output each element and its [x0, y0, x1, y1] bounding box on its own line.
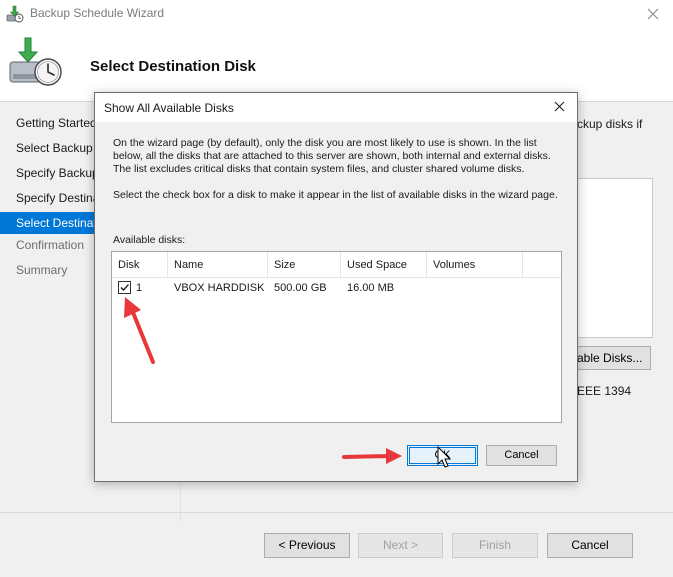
cell-volumes [427, 278, 433, 298]
cell-disk-size: 500.00 GB [274, 282, 327, 294]
column-header-size[interactable]: Size [268, 252, 341, 278]
wizard-footer-divider [0, 512, 673, 513]
cell-disk-name: VBOX HARDDISK [174, 282, 265, 294]
wizard-header: Select Destination Disk [0, 28, 673, 100]
wizard-titlebar: Backup Schedule Wizard [0, 0, 673, 28]
column-header-used-space[interactable]: Used Space [341, 252, 427, 278]
close-icon [647, 8, 659, 20]
show-all-disks-dialog: Show All Available Disks On the wizard p… [94, 92, 578, 482]
dialog-description-paragraph-1: On the wizard page (by default), only th… [113, 137, 551, 175]
table-header-row: Disk Name Size Used Space Volumes [112, 252, 561, 278]
available-disks-label: Available disks: [113, 234, 186, 246]
wizard-title: Backup Schedule Wizard [30, 6, 165, 20]
behind-note-text: EEE 1394 [577, 384, 632, 398]
wizard-steps-nav: Getting Started Select Backup Configurat… [0, 102, 100, 502]
dialog-body: On the wizard page (by default), only th… [95, 122, 577, 481]
next-button[interactable]: Next > [358, 533, 443, 558]
wizard-step-specify-destination-type[interactable]: Specify Destination Type [0, 187, 100, 209]
column-header-volumes[interactable]: Volumes [427, 252, 523, 278]
column-header-name[interactable]: Name [168, 252, 268, 278]
wizard-header-title: Select Destination Disk [90, 58, 256, 75]
cell-used-space: 16.00 MB [347, 282, 395, 294]
dialog-titlebar: Show All Available Disks [95, 93, 577, 122]
dialog-description: On the wizard page (by default), only th… [113, 137, 563, 215]
dialog-title: Show All Available Disks [104, 101, 234, 115]
show-all-available-disks-button[interactable]: able Disks... [577, 346, 651, 370]
wizard-close-button[interactable] [639, 2, 667, 26]
wizard-step-specify-backup-time[interactable]: Specify Backup Time [0, 162, 100, 184]
behind-disk-list [577, 178, 653, 338]
dialog-close-button[interactable] [545, 95, 573, 119]
backup-schedule-icon [6, 5, 24, 23]
available-disks-table: Disk Name Size Used Space Volumes 1 VBOX… [111, 251, 562, 423]
wizard-step-confirmation: Confirmation [16, 238, 85, 252]
cell-disk-number: 1 [136, 282, 143, 294]
cancel-button[interactable]: Cancel [547, 533, 633, 558]
wizard-step-select-destination-disk[interactable]: Select Destination Disk [0, 212, 100, 234]
wizard-step-summary: Summary [16, 263, 68, 277]
dialog-cancel-button[interactable]: Cancel [486, 445, 557, 466]
finish-button[interactable]: Finish [452, 533, 538, 558]
checkmark-icon [120, 284, 129, 291]
wizard-step-getting-started[interactable]: Getting Started [0, 112, 100, 134]
behind-instruction-text: ckup disks if [577, 117, 643, 131]
ok-button[interactable]: OK [407, 445, 478, 466]
backup-disk-clock-icon [8, 36, 64, 88]
wizard-step-select-backup-configuration[interactable]: Select Backup Configuration [0, 137, 100, 159]
table-row[interactable]: 1 VBOX HARDDISK 500.00 GB 16.00 MB [112, 278, 561, 298]
close-icon [554, 101, 564, 112]
previous-button[interactable]: < Previous [264, 533, 350, 558]
dialog-description-paragraph-2: Select the check box for a disk to make … [113, 189, 558, 201]
column-header-disk[interactable]: Disk [112, 252, 168, 278]
